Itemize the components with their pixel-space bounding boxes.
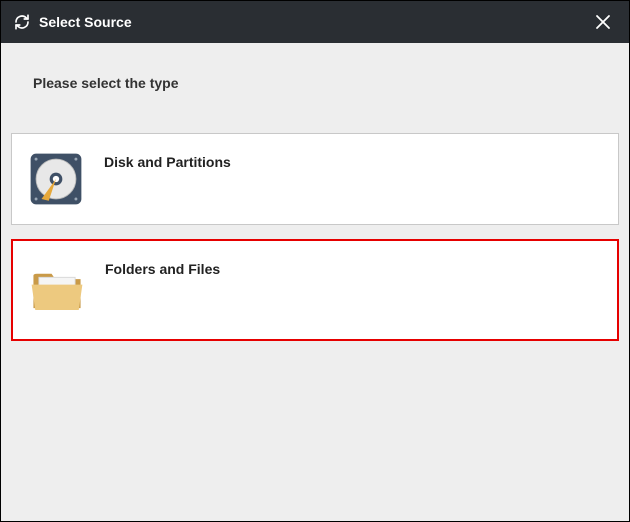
option-folders-files[interactable]: Folders and Files <box>11 239 619 341</box>
option-disk-partitions[interactable]: Disk and Partitions <box>11 133 619 225</box>
app-sync-icon <box>13 13 31 31</box>
select-source-dialog: Select Source Please select the type <box>1 1 629 521</box>
close-button[interactable] <box>589 8 617 36</box>
close-icon <box>594 13 612 31</box>
content-area: Please select the type Disk and Partitio… <box>1 43 629 521</box>
option-disk-label: Disk and Partitions <box>104 154 231 170</box>
prompt-text: Please select the type <box>11 43 619 133</box>
titlebar: Select Source <box>1 1 629 43</box>
folder-icon <box>27 260 87 320</box>
titlebar-title: Select Source <box>39 14 132 30</box>
disk-icon <box>26 149 86 209</box>
option-folders-label: Folders and Files <box>105 261 220 277</box>
